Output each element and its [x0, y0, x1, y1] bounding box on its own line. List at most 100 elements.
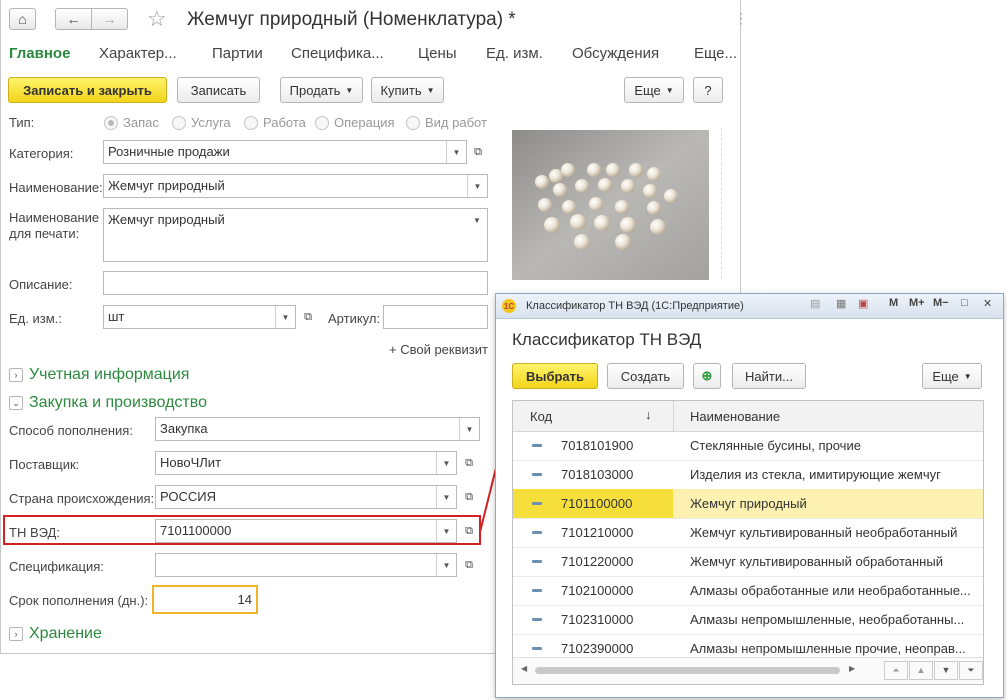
open-form-icon[interactable]: ⧉: [458, 553, 480, 577]
page-up-icon[interactable]: ▲: [909, 661, 933, 680]
supplier-value: НовоЧЛит: [160, 455, 222, 470]
term-field[interactable]: 14: [152, 585, 258, 614]
last-page-icon[interactable]: ⏷: [959, 661, 983, 680]
tab-characteristics[interactable]: Характер...: [99, 45, 177, 62]
open-form-icon[interactable]: ⧉: [458, 485, 480, 509]
unit-field[interactable]: шт ▼: [103, 305, 296, 329]
row-name: Алмазы обработанные или необработанные..…: [690, 583, 971, 598]
memory-subtract-icon[interactable]: M−: [933, 297, 949, 309]
home-icon[interactable]: ⌂: [9, 8, 36, 30]
type-radio-stock[interactable]: Запас: [104, 115, 159, 130]
chevron-down-icon[interactable]: ▼: [467, 209, 487, 231]
copy-add-icon[interactable]: ⊕: [693, 363, 721, 389]
chevron-down-icon[interactable]: ▼: [436, 520, 456, 542]
find-button[interactable]: Найти...: [732, 363, 806, 389]
scroll-right-icon[interactable]: ▶: [849, 664, 855, 673]
save-and-close-button[interactable]: Записать и закрыть: [8, 77, 167, 103]
table-row[interactable]: 7101210000 Жемчуг культивированный необра…: [513, 518, 983, 548]
document-icon[interactable]: ▤: [810, 297, 820, 310]
category-field[interactable]: Розничные продажи ▼: [103, 140, 467, 164]
print-name-label-1: Наименование: [9, 210, 100, 225]
close-icon[interactable]: ✕: [983, 297, 992, 310]
chevron-down-icon[interactable]: ▼: [467, 175, 487, 197]
scroll-left-icon[interactable]: ◀: [521, 664, 527, 673]
calendar-icon[interactable]: ▣: [858, 297, 868, 310]
table-row[interactable]: 7018101900 Стеклянные бусины, прочие: [513, 431, 983, 461]
spec-field[interactable]: ▼: [155, 553, 457, 577]
horizontal-scrollbar[interactable]: [535, 667, 840, 674]
column-name[interactable]: Наименование: [690, 409, 780, 424]
type-radio-service[interactable]: Услуга: [172, 115, 231, 130]
supplier-field[interactable]: НовоЧЛит ▼: [155, 451, 457, 475]
forward-arrow-icon[interactable]: →: [91, 8, 128, 30]
row-name: Стеклянные бусины, прочие: [690, 438, 861, 453]
tab-discussions[interactable]: Обсуждения: [572, 45, 659, 62]
select-button[interactable]: Выбрать: [512, 363, 598, 389]
more-label: Еще: [932, 368, 959, 384]
type-radio-operation[interactable]: Операция: [315, 115, 395, 130]
calculator-icon[interactable]: ▦: [836, 297, 846, 310]
type-radio-work[interactable]: Работа: [244, 115, 306, 130]
tab-units[interactable]: Ед. изм.: [486, 45, 543, 62]
chevron-down-icon: ▼: [426, 85, 435, 95]
article-field[interactable]: [383, 305, 488, 329]
open-form-icon[interactable]: ⧉: [467, 140, 489, 164]
country-field[interactable]: РОССИЯ ▼: [155, 485, 457, 509]
row-code: 7101100000: [561, 496, 633, 511]
chevron-down-icon[interactable]: ▼: [459, 418, 479, 440]
row-code: 7102390000: [561, 641, 634, 656]
more-actions-icon[interactable]: ⋮: [734, 10, 748, 27]
help-button[interactable]: ?: [693, 77, 723, 103]
back-arrow-icon[interactable]: ←: [55, 8, 92, 30]
row-code: 7102100000: [561, 583, 634, 598]
section-purchase[interactable]: ⌄ Закупка и производство: [9, 394, 207, 412]
column-code[interactable]: Код: [530, 409, 552, 424]
category-label: Категория:: [9, 146, 74, 161]
window-title: Жемчуг природный (Номенклатура) *: [187, 9, 516, 30]
sell-button[interactable]: Продать ▼: [280, 77, 363, 103]
open-form-icon[interactable]: ⧉: [458, 451, 480, 475]
memory-add-icon[interactable]: M+: [909, 297, 925, 309]
table-row[interactable]: 7018103000 Изделия из стекла, имитирующие…: [513, 460, 983, 490]
tnved-field[interactable]: 7101100000 ▼: [155, 519, 457, 543]
sort-arrow-icon[interactable]: ↓: [645, 407, 652, 422]
tab-batches[interactable]: Партии: [212, 45, 263, 62]
open-form-icon[interactable]: ⧉: [458, 519, 480, 543]
chevron-down-icon[interactable]: ▼: [436, 486, 456, 508]
section-accounting[interactable]: › Учетная информация: [9, 366, 189, 384]
tab-specifications[interactable]: Специфика...: [291, 45, 384, 62]
first-page-icon[interactable]: ⏶: [884, 661, 908, 680]
memory-icon[interactable]: M: [889, 297, 898, 309]
table-row[interactable]: 7102100000 Алмазы обработанные или необра…: [513, 576, 983, 606]
table-row[interactable]: 7101100000 Жемчуг природный: [513, 489, 983, 519]
table-row[interactable]: 7101220000 Жемчуг культивированный обрабо…: [513, 547, 983, 577]
replenish-label: Способ пополнения:: [9, 423, 133, 438]
section-storage[interactable]: › Хранение: [9, 625, 102, 643]
type-radio-work-kind[interactable]: Вид работ: [406, 115, 487, 130]
dialog-caption-bar: 1С Классификатор ТН ВЭД (1С:Предприятие)…: [496, 294, 1003, 319]
buy-button[interactable]: Купить ▼: [371, 77, 444, 103]
table-row[interactable]: 7102310000 Алмазы непромышленные, необраб…: [513, 605, 983, 635]
print-name-field[interactable]: Жемчуг природный ▼: [103, 208, 488, 262]
chevron-down-icon[interactable]: ▼: [436, 452, 456, 474]
page-down-icon[interactable]: ▼: [934, 661, 958, 680]
section-title: Хранение: [29, 625, 102, 642]
replenish-field[interactable]: Закупка ▼: [155, 417, 480, 441]
tab-prices[interactable]: Цены: [418, 45, 457, 62]
tab-main[interactable]: Главное: [9, 45, 70, 62]
add-property-link[interactable]: + Свой реквизит: [389, 342, 488, 357]
radio-selected-icon: [104, 115, 118, 130]
dialog-more-button[interactable]: Еще ▼: [922, 363, 982, 389]
save-button[interactable]: Записать: [177, 77, 260, 103]
maximize-icon[interactable]: □: [961, 297, 968, 309]
chevron-down-icon[interactable]: ▼: [446, 141, 466, 163]
description-field[interactable]: [103, 271, 488, 295]
star-icon[interactable]: ☆: [147, 6, 167, 32]
name-field[interactable]: Жемчуг природный ▼: [103, 174, 488, 198]
chevron-down-icon[interactable]: ▼: [436, 554, 456, 576]
open-form-icon[interactable]: ⧉: [297, 305, 319, 329]
more-button[interactable]: Еще ▼: [624, 77, 684, 103]
tab-more[interactable]: Еще...: [694, 45, 737, 62]
create-button[interactable]: Создать: [607, 363, 684, 389]
chevron-down-icon[interactable]: ▼: [275, 306, 295, 328]
